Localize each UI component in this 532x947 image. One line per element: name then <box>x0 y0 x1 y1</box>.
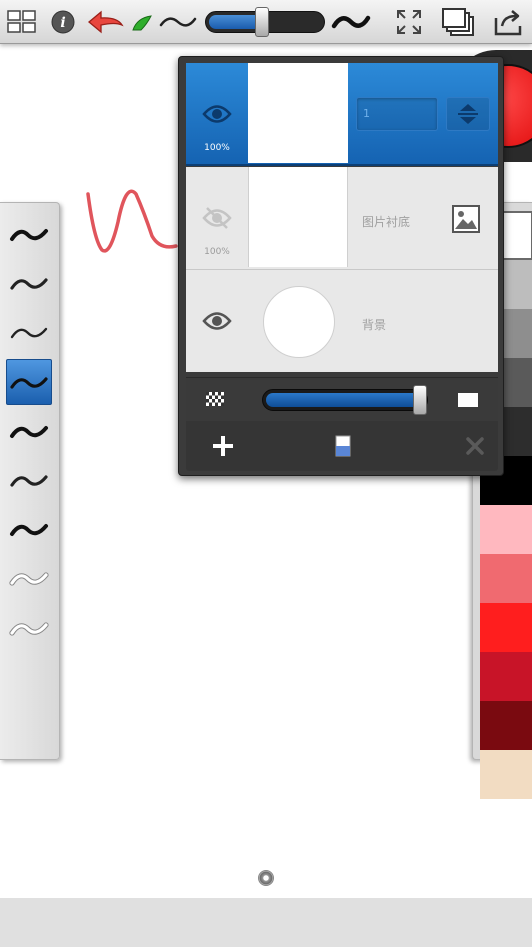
layer-opacity-slider[interactable] <box>262 385 428 415</box>
canvas-stroke <box>86 189 178 253</box>
image-icon[interactable] <box>452 205 480 233</box>
color-swatch-9[interactable] <box>480 652 532 701</box>
info-icon[interactable]: i <box>50 4 76 40</box>
eye-icon[interactable] <box>200 304 234 338</box>
opaque-icon <box>458 393 478 407</box>
brush-preset-8[interactable] <box>6 605 52 651</box>
share-icon[interactable] <box>490 4 526 40</box>
layer-row-image-base[interactable]: 100% 图片衬底 <box>186 167 498 270</box>
tilde-brush-icon <box>10 376 48 389</box>
brush-size-slider-thumb[interactable] <box>255 7 269 37</box>
layer-reorder-button[interactable] <box>446 97 490 131</box>
brush-preset-2[interactable] <box>6 309 52 355</box>
tilde-brush-icon <box>10 425 48 438</box>
top-toolbar: i <box>0 0 532 44</box>
brush-preset-7[interactable] <box>6 555 52 601</box>
brush-preset-5[interactable] <box>6 457 52 503</box>
brush-preset-0[interactable] <box>6 211 52 257</box>
brush-preset-3[interactable] <box>6 358 52 405</box>
brush-tool-icon[interactable] <box>130 4 154 40</box>
brush-preset-1[interactable] <box>6 260 52 306</box>
merge-layer-icon[interactable] <box>326 429 360 463</box>
layer-opacity-bar <box>186 377 498 421</box>
eye-hidden-icon[interactable] <box>200 201 234 235</box>
color-swatch-6[interactable] <box>480 505 532 554</box>
brush-preset-6[interactable] <box>6 506 52 552</box>
tilde-brush-icon <box>10 328 48 339</box>
tilde-brush-icon <box>9 621 49 636</box>
layer-label: 图片衬底 <box>362 215 411 229</box>
layer-label: 背景 <box>362 318 387 332</box>
svg-text:i: i <box>60 15 65 31</box>
layer-opacity-slider-fill <box>266 393 424 407</box>
delete-layer-icon[interactable] <box>458 429 492 463</box>
tilde-brush-icon <box>10 229 48 241</box>
layer-thumbnail-circle <box>263 286 335 358</box>
layer-opacity-label: 100% <box>204 143 230 153</box>
layer-opacity-slider-thumb[interactable] <box>413 385 427 415</box>
transparent-icon <box>206 392 224 406</box>
layer-row-background[interactable]: 背景 <box>186 270 498 372</box>
layers-popup: 100% 1 100% 图片衬底 背景 <box>178 56 504 476</box>
color-swatch-8[interactable] <box>480 603 532 652</box>
tilde-brush-icon <box>10 524 48 537</box>
layer-opacity-label: 100% <box>204 247 230 257</box>
app-window: i 100% 1 100% 图片衬底 背景 <box>0 0 532 947</box>
tilde-brush-icon <box>9 572 49 586</box>
tilde-brush-icon <box>10 475 48 487</box>
bottom-bar <box>0 898 532 947</box>
layer-row-active[interactable]: 100% 1 <box>186 63 498 166</box>
tilde-brush-icon <box>10 278 48 290</box>
brush-size-slider[interactable] <box>205 7 325 37</box>
color-swatch-11[interactable] <box>480 750 532 799</box>
brush-panel <box>0 202 60 760</box>
fullscreen-icon[interactable] <box>392 4 426 40</box>
layer-thumbnail <box>248 167 348 267</box>
canvas-cursor[interactable] <box>258 870 274 886</box>
layer-thumbnail <box>248 63 348 163</box>
add-layer-icon[interactable] <box>206 429 240 463</box>
layer-actions-bar <box>186 421 498 471</box>
color-swatch-7[interactable] <box>480 554 532 603</box>
layers-icon[interactable] <box>440 4 476 40</box>
layer-name-field[interactable]: 1 <box>356 97 438 131</box>
undo-icon[interactable] <box>86 4 126 40</box>
brush-preset-4[interactable] <box>6 408 52 454</box>
grid-menu-icon[interactable] <box>6 4 38 40</box>
brush-size-large-icon <box>330 4 372 40</box>
brush-size-small-icon <box>158 4 198 40</box>
color-swatch-10[interactable] <box>480 701 532 750</box>
eye-icon[interactable] <box>200 97 234 131</box>
reorder-arrows-icon <box>458 104 478 124</box>
